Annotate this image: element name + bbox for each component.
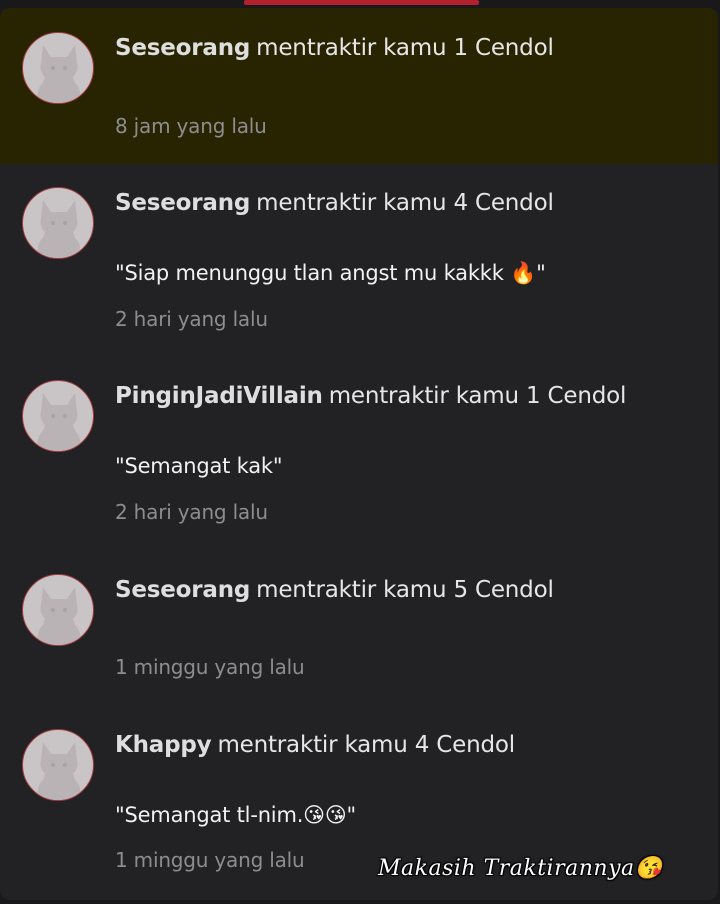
avatar[interactable]	[22, 32, 94, 104]
notification-headline: Seseorang mentraktir kamu 4 Cendol	[115, 190, 554, 216]
cat-avatar-icon	[37, 45, 81, 103]
notification-time: 1 minggu yang lalu	[115, 655, 305, 679]
notification-time: 1 minggu yang lalu	[115, 848, 305, 872]
notification-time: 2 hari yang lalu	[115, 500, 268, 524]
notification-message: "Siap menunggu tlan angst mu kakkk 🔥"	[115, 261, 546, 285]
notification-action: mentraktir kamu 1 Cendol	[328, 383, 627, 409]
notification-headline: PinginJadiVillain mentraktir kamu 1 Cendo…	[115, 383, 626, 409]
notification-time: 8 jam yang lalu	[115, 114, 267, 138]
notification-message: "Semangat tl-nim.😘😘"	[115, 803, 357, 827]
avatar[interactable]	[22, 380, 94, 452]
notification-action: mentraktir kamu 1 Cendol	[256, 35, 554, 61]
overlay-caption: Makasih Traktirannya😘	[378, 856, 663, 881]
notification-time: 2 hari yang lalu	[115, 307, 268, 331]
notification-headline: Seseorang mentraktir kamu 1 Cendol	[115, 35, 554, 61]
cat-avatar-icon	[37, 742, 81, 800]
notification-headline: Khappy mentraktir kamu 4 Cendol	[115, 732, 515, 758]
avatar[interactable]	[22, 729, 94, 801]
cat-avatar-icon	[37, 200, 81, 258]
notification-list: Seseorang mentraktir kamu 1 Cendol 8 jam …	[0, 8, 718, 900]
notification-item[interactable]: Seseorang mentraktir kamu 5 Cendol 1 ming…	[0, 552, 718, 707]
notification-item[interactable]: PinginJadiVillain mentraktir kamu 1 Cendo…	[0, 358, 718, 552]
sender-name[interactable]: Seseorang	[115, 35, 250, 61]
notification-action: mentraktir kamu 4 Cendol	[217, 732, 515, 758]
notification-action: mentraktir kamu 5 Cendol	[256, 577, 554, 603]
notification-action: mentraktir kamu 4 Cendol	[256, 190, 554, 216]
active-tab-indicator	[244, 0, 479, 5]
notification-item[interactable]: Seseorang mentraktir kamu 4 Cendol "Siap …	[0, 164, 718, 358]
sender-name[interactable]: Seseorang	[115, 577, 250, 603]
notification-message: "Semangat kak"	[115, 454, 283, 478]
sender-name[interactable]: Khappy	[115, 732, 212, 758]
cat-avatar-icon	[37, 587, 81, 645]
notification-headline: Seseorang mentraktir kamu 5 Cendol	[115, 577, 554, 603]
cat-avatar-icon	[37, 393, 81, 451]
screen: Seseorang mentraktir kamu 1 Cendol 8 jam …	[0, 0, 720, 904]
avatar[interactable]	[22, 574, 94, 646]
notification-item[interactable]: Seseorang mentraktir kamu 1 Cendol 8 jam …	[0, 8, 718, 164]
sender-name[interactable]: PinginJadiVillain	[115, 383, 323, 409]
sender-name[interactable]: Seseorang	[115, 190, 250, 216]
avatar[interactable]	[22, 187, 94, 259]
